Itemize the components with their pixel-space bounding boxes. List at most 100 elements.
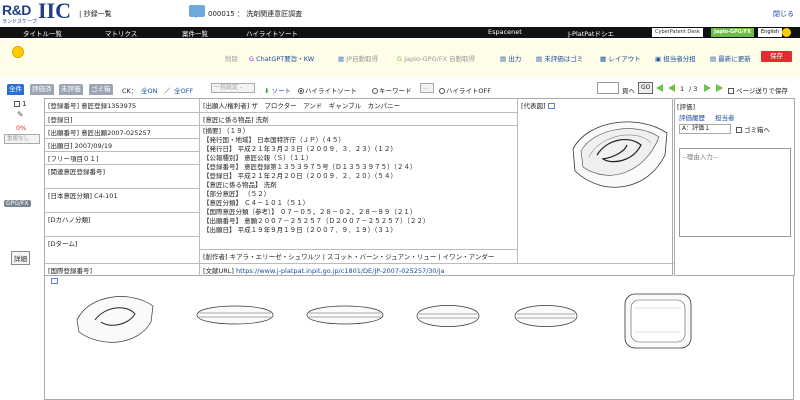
close-link[interactable]: 閉じる <box>773 9 794 19</box>
next-page-icon[interactable] <box>704 84 711 92</box>
unevaluated-trash-button[interactable]: ▤ 未評価はゴミ <box>536 53 583 63</box>
page-label: 頁へ <box>622 87 635 95</box>
page-total: / 3 <box>689 85 698 93</box>
design-figure-5[interactable] <box>513 300 579 332</box>
abstract-line: 【公報種別】 意匠公報（Ｓ）（１１） <box>203 154 313 162</box>
duplicate-status-select[interactable]: 重複なし <box>4 134 40 144</box>
page-save-label: ページ送りで保存 <box>736 87 788 95</box>
tab-evaluated[interactable]: 評価済 <box>30 84 54 95</box>
last-page-icon[interactable] <box>716 84 723 92</box>
export-icon: ▤ <box>500 55 507 63</box>
sort-button[interactable]: ⬇ ソート <box>264 85 291 95</box>
article: [意匠に係る物品] 洗剤 <box>200 113 518 126</box>
row-controls: 1 ✎ 0% 重複なし GPG/FX 詳細 <box>0 97 44 267</box>
design-figure-6[interactable] <box>623 292 693 350</box>
page-current: 1 <box>680 85 685 93</box>
d-kana-class: [Dカハノ分類] <box>45 213 200 237</box>
reason-textarea[interactable]: --理由入力-- <box>679 148 791 237</box>
abstract-line: 【国際意匠分類（参考）】 ０７－０５，２８－０２，２８－９９（２１） <box>203 208 417 216</box>
info-icon[interactable] <box>782 28 791 37</box>
radio-off-icon <box>372 88 378 94</box>
layout-button[interactable]: ▦ レイアウト <box>600 53 641 63</box>
radio-highlight-off[interactable]: ハイライトOFF <box>439 85 491 95</box>
record-checkbox[interactable]: 1 <box>14 100 26 108</box>
ck-label: CK： <box>122 87 138 95</box>
tab-all[interactable]: 全件 <box>7 84 24 95</box>
image-icon[interactable] <box>547 103 555 109</box>
english-badge[interactable]: English <box>758 28 783 37</box>
export-label: 出力 <box>508 55 522 63</box>
japio-icon: G <box>397 55 403 63</box>
export-button[interactable]: ▤ 出力 <box>500 53 521 63</box>
prev-page-icon[interactable] <box>668 84 675 92</box>
page-input[interactable] <box>597 82 619 94</box>
trash-label: ゴミ箱へ <box>744 126 770 134</box>
nav-jplatpat[interactable]: J-PlatPatドシエ <box>568 28 614 38</box>
chatgpt-icon: G <box>249 55 255 63</box>
figure-strip <box>44 276 794 400</box>
abstract-line: 【意匠に係る物品】 洗剤 <box>203 181 277 189</box>
toolbar: 削除 G ChatGPT要旨・KW ▦ JP自動取得 G Japio-GPG/F… <box>0 40 800 77</box>
tab-unevaluated[interactable]: 未評価 <box>59 84 83 95</box>
first-page-icon[interactable] <box>656 84 663 92</box>
assignee-button[interactable]: ▣ 担当者分担 <box>655 53 696 63</box>
design-figure-4[interactable] <box>415 300 481 332</box>
cyberpatent-badge[interactable]: CyberPatent Desk <box>652 28 703 37</box>
case-number: 000015 <box>208 10 235 18</box>
sort-icon: ⬇ <box>264 87 270 95</box>
pencil-icon[interactable]: ✎ <box>17 110 24 119</box>
save-button[interactable]: 保存 <box>761 51 792 62</box>
nav-matrix[interactable]: マトリクス <box>105 28 137 38</box>
radio-off-label: ハイライトOFF <box>446 87 491 95</box>
radio-highlight-label: ハイライトソート <box>305 87 357 95</box>
page-title: | 抄録一覧 <box>79 10 112 18</box>
delete-button[interactable]: 削除 <box>225 53 238 63</box>
radio-keyword[interactable]: キーワード <box>372 85 412 95</box>
design-figure-2[interactable] <box>195 299 275 331</box>
japio-badge[interactable]: Japio-GPG/FX <box>711 28 755 37</box>
keyword-button[interactable]: ... <box>420 83 434 93</box>
gpg-button[interactable]: GPG/FX <box>4 200 31 207</box>
assignee-link[interactable]: 担当者 <box>715 112 735 122</box>
all-on-link[interactable]: 全ON <box>141 85 157 95</box>
abstract-line: 【意匠分類】 Ｃ４－１０１（５１） <box>203 199 310 207</box>
abstract-line: 【出願番号】 意願２００７－２５２５７（Ｄ２００７－２５２５７）（２２） <box>203 217 430 225</box>
japio-auto-button[interactable]: G Japio-GPG/FX 自動取得 <box>397 53 475 63</box>
logo-text: R&D <box>2 2 31 18</box>
nav-title-list[interactable]: タイトル一覧 <box>23 28 62 38</box>
go-button[interactable]: GO <box>638 82 654 94</box>
chatgpt-button[interactable]: G ChatGPT要旨・KW <box>249 53 314 63</box>
design-figure-main[interactable] <box>567 111 672 196</box>
design-figure-1[interactable] <box>75 288 155 348</box>
trash-toggle[interactable]: ゴミ箱へ <box>736 124 770 134</box>
bulk-setting-select[interactable]: 一括設定 - <box>211 83 255 93</box>
abstract-line: 【発行国・地域】 日本国特許庁（ＪＰ）（４５） <box>203 136 345 144</box>
tab-trash[interactable]: ゴミ箱 <box>89 84 113 95</box>
d-term: [Dターム] <box>45 237 200 264</box>
refresh-button[interactable]: ▤ 最新に更新 <box>710 53 751 63</box>
doc-url-link[interactable]: https://www.j-platpat.inpit.go.jp/c1801/… <box>236 267 445 275</box>
all-off-link[interactable]: 全OFF <box>174 85 193 95</box>
radio-highlight-sort[interactable]: ハイライトソート <box>298 85 357 95</box>
japio-auto-label: Japio-GPG/FX 自動取得 <box>404 55 476 63</box>
evaluation-select[interactable]: A：評価１ <box>679 124 731 134</box>
unevaluated-trash-label: 未評価はゴミ <box>544 55 584 63</box>
jp-icon: ▦ <box>338 55 345 63</box>
nav-highlight-sort[interactable]: ハイライトソート <box>246 28 298 38</box>
message-icon[interactable] <box>189 5 205 18</box>
abstract-line: 【部分意匠】 （５２） <box>203 190 271 198</box>
chatgpt-label: ChatGPT要旨・KW <box>256 55 315 63</box>
design-figure-3[interactable] <box>305 299 385 331</box>
refresh-label: 最新に更新 <box>718 55 751 63</box>
jp-auto-button[interactable]: ▦ JP自動取得 <box>338 53 378 63</box>
detail-button[interactable]: 詳細 <box>11 251 30 265</box>
checkbox-icon <box>14 101 20 107</box>
refresh-icon: ▤ <box>710 55 717 63</box>
nav-espacenet[interactable]: Espacenet <box>488 28 522 36</box>
nav-case-list[interactable]: 案件一覧 <box>182 28 208 38</box>
assignee-icon: ▣ <box>655 55 662 63</box>
image-icon[interactable] <box>51 278 58 284</box>
reg-number: [登録番号] 意匠登録1353975 <box>45 99 200 113</box>
page-save-toggle[interactable]: ページ送りで保存 <box>728 85 788 95</box>
history-link[interactable]: 評価履歴 <box>679 112 705 122</box>
